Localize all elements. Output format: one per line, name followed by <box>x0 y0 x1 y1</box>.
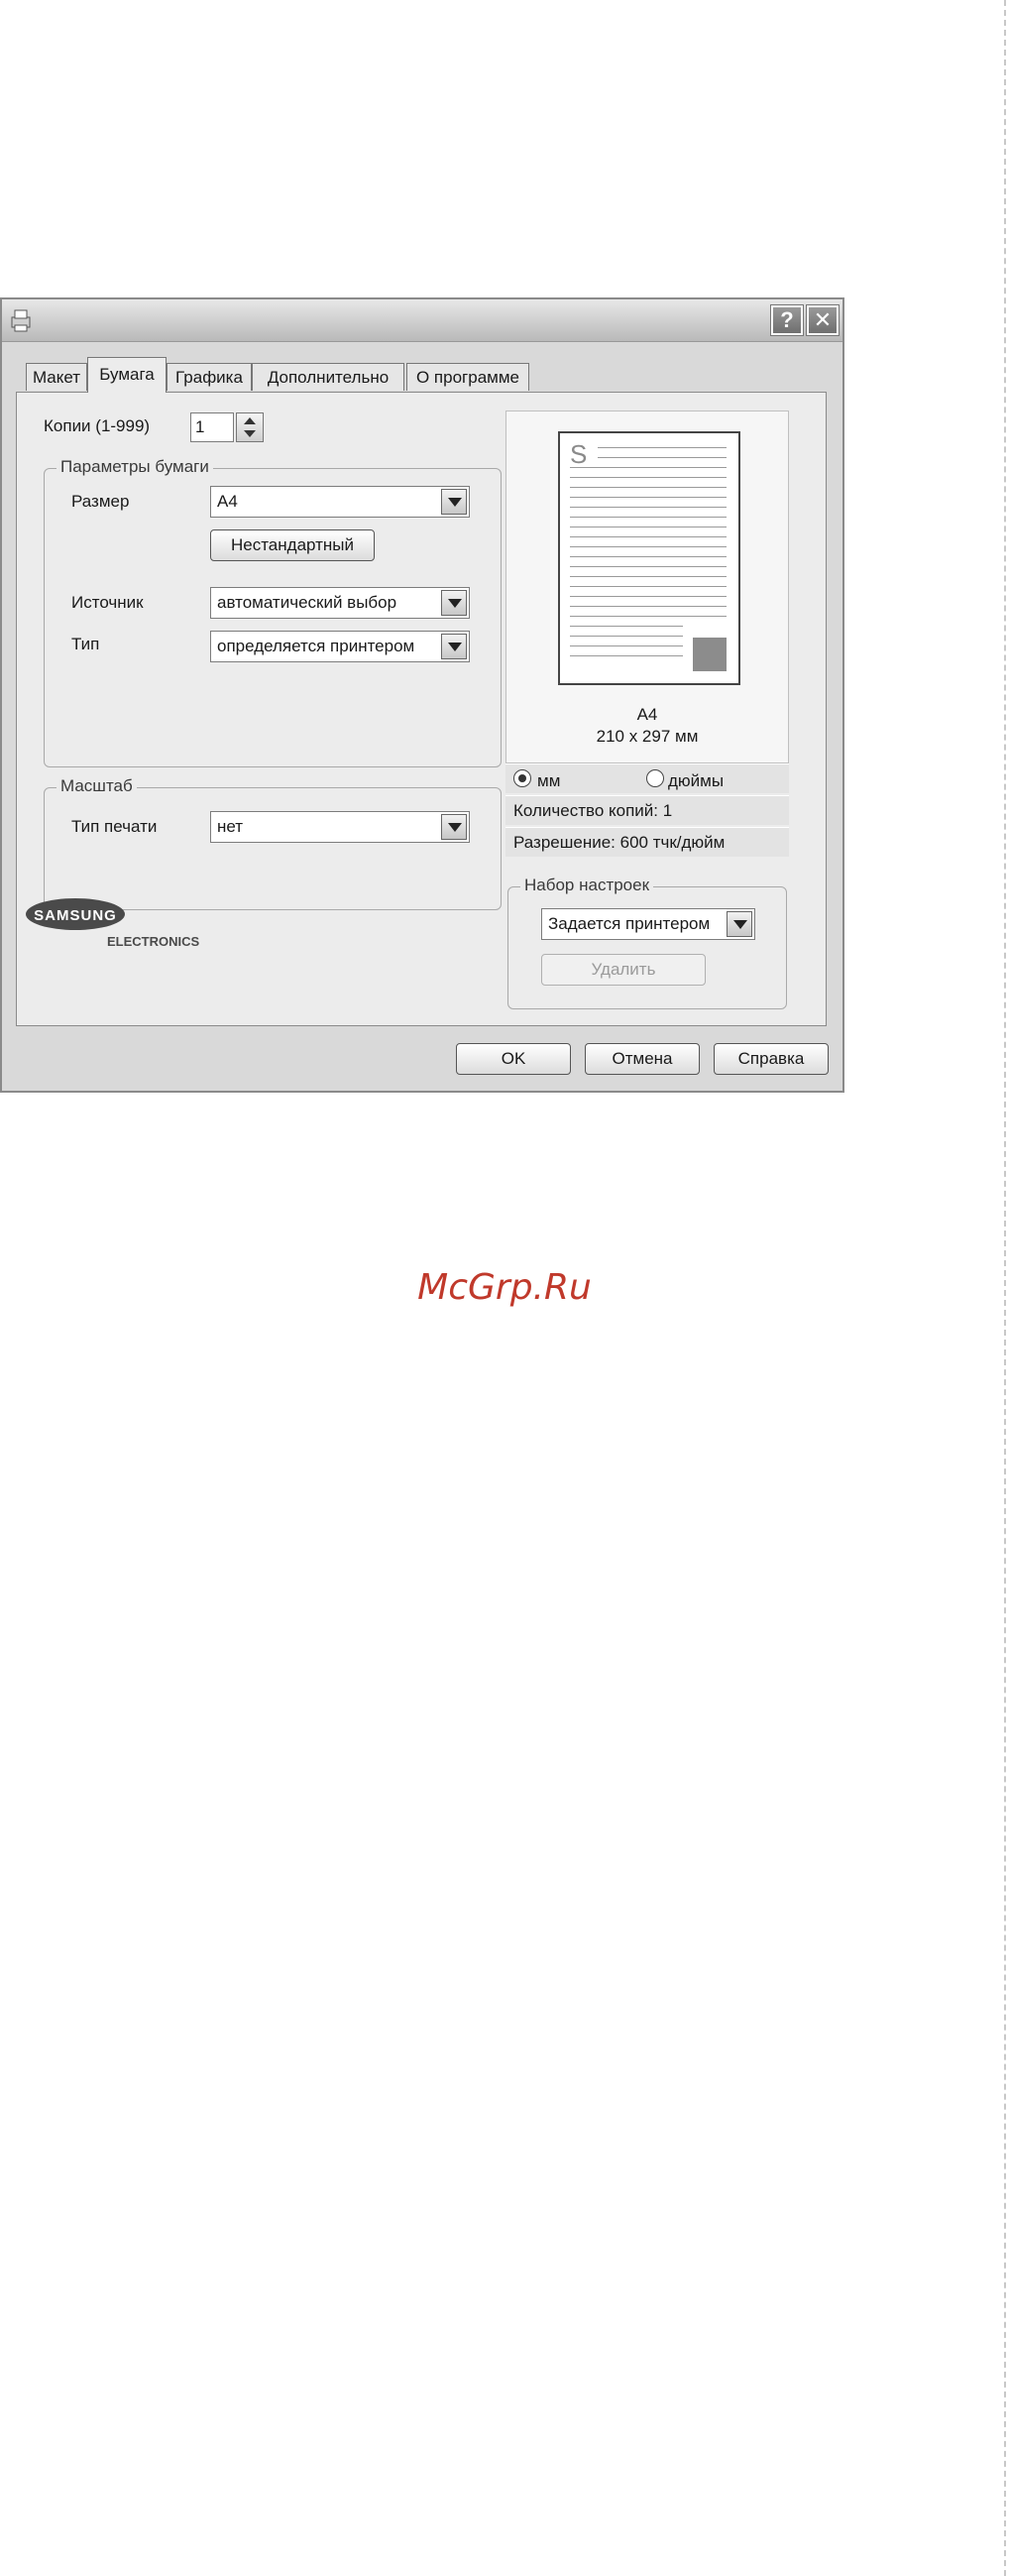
tab-about[interactable]: О программе <box>406 363 529 391</box>
text-line <box>598 447 727 448</box>
print-type-select[interactable]: нет <box>210 811 470 843</box>
units-row: мм дюймы <box>505 763 789 793</box>
resolution-info: Разрешение: 600 тчк/дюйм <box>505 827 789 857</box>
tab-advanced[interactable]: Дополнительно <box>252 363 404 391</box>
source-select-value: автоматический выбор <box>217 593 397 612</box>
ok-button[interactable]: OK <box>456 1043 571 1075</box>
text-line <box>570 546 727 547</box>
delete-preset-button[interactable]: Удалить <box>541 954 706 986</box>
units-inch-label: дюймы <box>668 771 725 790</box>
type-select[interactable]: определяется принтером <box>210 631 470 662</box>
printer-properties-dialog: ? ✕ Макет Бумага Графика Дополнительно О… <box>0 297 844 1093</box>
scale-group: Масштаб <box>44 776 502 910</box>
svg-text:ELECTRONICS: ELECTRONICS <box>107 934 200 949</box>
source-label: Источник <box>71 593 144 612</box>
chevron-down-icon[interactable] <box>727 911 752 937</box>
spin-up-icon[interactable] <box>244 417 256 424</box>
page-letter: S <box>570 439 588 469</box>
tab-layout[interactable]: Макет <box>26 363 87 391</box>
text-line <box>570 497 727 498</box>
text-line <box>570 566 727 567</box>
close-title-button[interactable]: ✕ <box>806 304 840 336</box>
size-select[interactable]: A4 <box>210 486 470 518</box>
presets-title: Набор настроек <box>520 876 654 895</box>
text-line <box>570 507 727 508</box>
text-line <box>570 467 727 468</box>
paper-name: A4 <box>636 705 658 724</box>
help-title-button[interactable]: ? <box>770 304 804 336</box>
size-select-value: A4 <box>217 492 238 511</box>
spin-down-icon[interactable] <box>244 430 256 437</box>
text-line <box>570 636 683 637</box>
units-mm-label: мм <box>537 771 561 790</box>
text-line <box>570 626 683 627</box>
text-line <box>570 556 727 557</box>
chevron-down-icon[interactable] <box>441 814 467 840</box>
text-line <box>570 477 727 478</box>
help-button[interactable]: Справка <box>714 1043 829 1075</box>
samsung-logo: SAMSUNG ELECTRONICS <box>26 898 200 949</box>
type-label: Тип <box>71 635 100 653</box>
custom-size-button[interactable]: Нестандартный <box>210 529 375 561</box>
presets-group: Набор настроек <box>507 876 787 1009</box>
chevron-down-icon[interactable] <box>441 590 467 616</box>
source-select[interactable]: автоматический выбор <box>210 587 470 619</box>
chevron-down-icon[interactable] <box>441 489 467 515</box>
text-line <box>570 655 683 656</box>
text-line <box>570 586 727 587</box>
text-line <box>598 457 727 458</box>
svg-text:SAMSUNG: SAMSUNG <box>34 907 117 924</box>
tab-paper[interactable]: Бумага <box>87 357 167 393</box>
text-line <box>570 576 727 577</box>
cancel-button[interactable]: Отмена <box>585 1043 700 1075</box>
text-line <box>570 645 683 646</box>
tab-graphics[interactable]: Графика <box>167 363 252 391</box>
paper-params-title: Параметры бумаги <box>56 457 213 477</box>
copies-stepper[interactable]: 1 <box>190 412 266 442</box>
preset-select[interactable]: Задается принтером <box>541 908 755 940</box>
watermark-text: McGrp.Ru <box>417 1267 592 1308</box>
text-line <box>570 517 727 518</box>
text-line <box>570 596 727 597</box>
text-line <box>570 606 727 607</box>
copies-spin-buttons[interactable] <box>236 412 264 442</box>
paper-dims: 210 x 297 мм <box>596 727 699 746</box>
type-select-value: определяется принтером <box>217 637 415 655</box>
copies-label: Копии (1-999) <box>44 416 151 435</box>
preset-select-value: Задается принтером <box>548 914 711 933</box>
text-line <box>570 487 727 488</box>
page-preview: S A4 210 x 297 мм <box>505 410 789 763</box>
text-line <box>570 616 727 617</box>
page-thumbnail: S <box>558 431 740 685</box>
size-label: Размер <box>71 492 130 511</box>
text-line <box>570 536 727 537</box>
copies-info: Количество копий: 1 <box>505 795 789 825</box>
print-type-select-value: нет <box>217 817 244 836</box>
printer-icon <box>11 309 31 332</box>
units-inch-radio[interactable] <box>646 769 664 787</box>
copies-input[interactable]: 1 <box>190 412 234 442</box>
print-type-label: Тип печати <box>71 817 158 836</box>
image-block <box>693 638 727 671</box>
units-mm-radio[interactable] <box>513 769 531 787</box>
scale-title: Масштаб <box>56 776 137 796</box>
chevron-down-icon[interactable] <box>441 634 467 659</box>
title-bar: ? ✕ <box>2 299 842 342</box>
